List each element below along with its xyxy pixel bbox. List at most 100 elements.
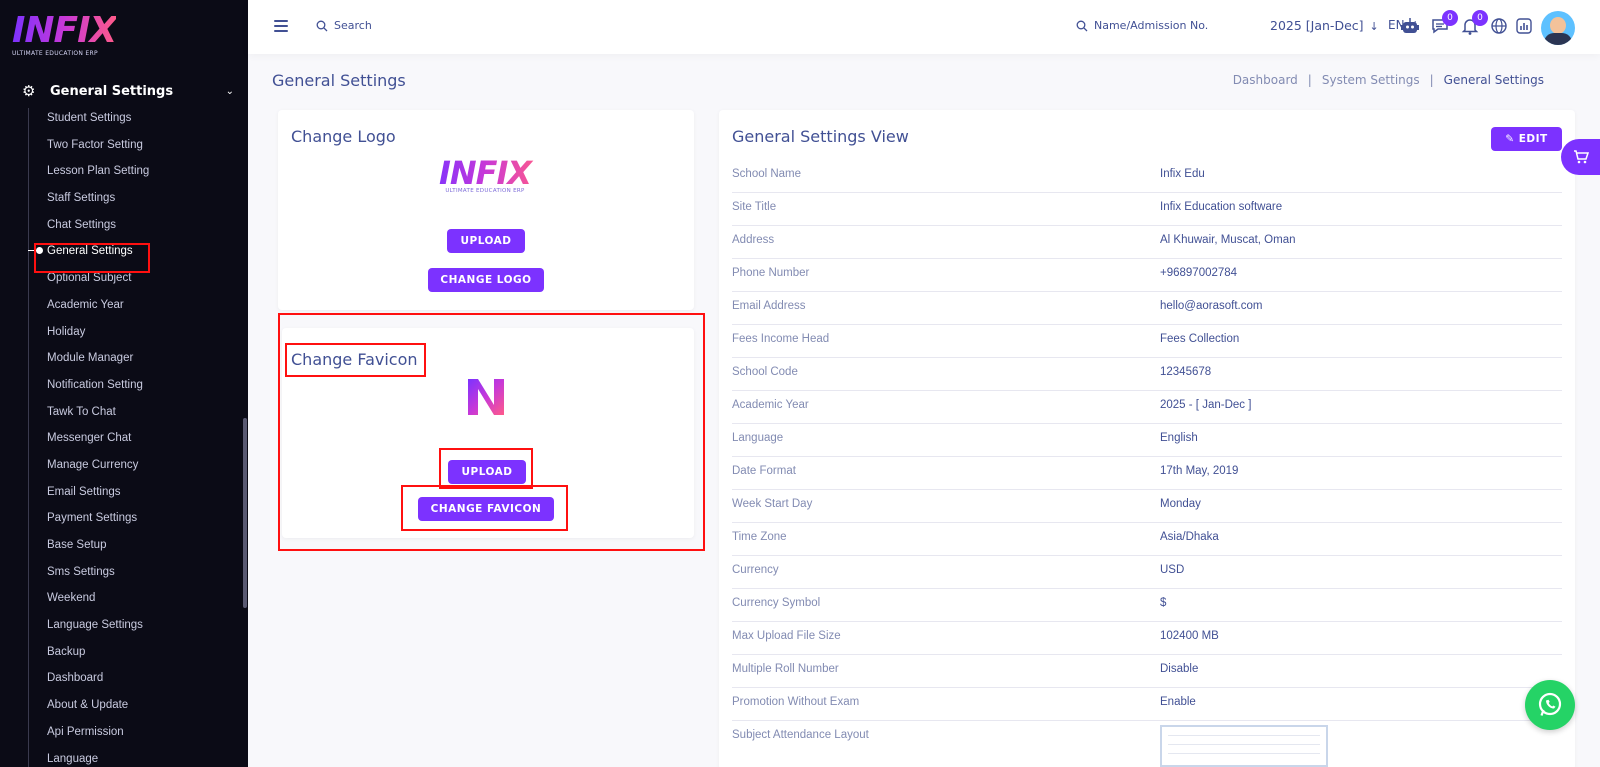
whatsapp-icon xyxy=(1538,692,1562,716)
sidebar-item-email-settings[interactable]: Email Settings xyxy=(47,483,149,510)
sidebar-item-module-manager[interactable]: Module Manager xyxy=(47,349,149,376)
table-row: Week Start Day Monday xyxy=(732,490,1562,523)
row-value: 2025 - [ Jan-Dec ] xyxy=(1160,399,1252,411)
chat-badge: 0 xyxy=(1442,10,1458,26)
highlight-box-upload xyxy=(439,448,533,489)
logo-preview-wordmark: INFIX xyxy=(430,157,540,189)
table-row: School Name Infix Edu xyxy=(732,160,1562,193)
logo-upload-button[interactable]: UPLOAD xyxy=(447,229,525,253)
edit-icon: ✎ xyxy=(1505,133,1519,145)
table-row: Promotion Without Exam Enable xyxy=(732,688,1562,721)
sidebar-item-student-settings[interactable]: Student Settings xyxy=(47,109,149,136)
report-icon[interactable] xyxy=(1514,16,1534,36)
sidebar-group-general-settings[interactable]: ⚙ General Settings ⌄ xyxy=(22,80,234,102)
academic-year-value: 2025 [Jan-Dec] xyxy=(1270,18,1364,33)
sidebar-item-two-factor-setting[interactable]: Two Factor Setting xyxy=(47,136,149,163)
sidebar-item-base-setup[interactable]: Base Setup xyxy=(47,536,149,563)
row-value: $ xyxy=(1160,597,1167,609)
sidebar-item-academic-year[interactable]: Academic Year xyxy=(47,296,149,323)
sidebar-item-payment-settings[interactable]: Payment Settings xyxy=(47,509,149,536)
sidebar-item-notification-setting[interactable]: Notification Setting xyxy=(47,376,149,403)
row-value: Enable xyxy=(1160,696,1196,708)
edit-button[interactable]: ✎ EDIT xyxy=(1491,127,1562,151)
gears-icon: ⚙ xyxy=(22,82,36,100)
sidebar-item-api-permission[interactable]: Api Permission xyxy=(47,723,149,750)
whatsapp-button[interactable] xyxy=(1525,680,1575,730)
sidebar-item-messenger-chat[interactable]: Messenger Chat xyxy=(47,429,149,456)
cart-side-button[interactable] xyxy=(1561,139,1600,175)
academic-year-select[interactable]: 2025 [Jan-Dec] ↓ xyxy=(1270,18,1379,33)
breadcrumb-current: General Settings xyxy=(1443,73,1544,87)
row-key: School Name xyxy=(732,168,802,180)
change-logo-title: Change Logo xyxy=(291,127,396,146)
row-value: 17th May, 2019 xyxy=(1160,465,1239,477)
row-key: Fees Income Head xyxy=(732,333,830,345)
attendance-layout-preview xyxy=(1160,725,1328,767)
sidebar-item-tawk-to-chat[interactable]: Tawk To Chat xyxy=(47,403,149,430)
sidebar: INFIX ULTIMATE EDUCATION ERP ⚙ General S… xyxy=(0,0,248,767)
row-key: Currency xyxy=(732,564,779,576)
chevron-down-icon: ⌄ xyxy=(225,85,234,97)
row-key: Email Address xyxy=(732,300,806,312)
sidebar-item-language[interactable]: Language xyxy=(47,750,149,767)
global-search[interactable]: Search xyxy=(316,19,372,32)
settings-view-title: General Settings View xyxy=(732,127,909,146)
row-key: Academic Year xyxy=(732,399,809,411)
row-key: Phone Number xyxy=(732,267,810,279)
breadcrumb-separator: | xyxy=(1307,73,1312,87)
row-value: Asia/Dhaka xyxy=(1160,531,1219,543)
row-key: Site Title xyxy=(732,201,777,213)
sidebar-group-title: General Settings xyxy=(50,83,174,99)
sidebar-item-sms-settings[interactable]: Sms Settings xyxy=(47,563,149,590)
table-row: Language English xyxy=(732,424,1562,457)
table-row: Address Al Khuwair, Muscat, Oman xyxy=(732,226,1562,259)
sidebar-item-dashboard[interactable]: Dashboard xyxy=(47,669,149,696)
sidebar-item-weekend[interactable]: Weekend xyxy=(47,589,149,616)
row-key: Promotion Without Exam xyxy=(732,696,860,708)
row-value: Fees Collection xyxy=(1160,333,1240,345)
sidebar-item-optional-subject[interactable]: Optional Subject xyxy=(47,269,149,296)
row-value: 12345678 xyxy=(1160,366,1212,378)
sidebar-item-about-update[interactable]: About & Update xyxy=(47,696,149,723)
sidebar-item-holiday[interactable]: Holiday xyxy=(47,323,149,350)
sidebar-scrollbar[interactable] xyxy=(243,418,247,608)
table-row: School Code 12345678 xyxy=(732,358,1562,391)
notification-button[interactable]: 0 xyxy=(1460,10,1488,36)
row-key: Language xyxy=(732,432,784,444)
user-avatar[interactable] xyxy=(1541,11,1575,45)
notification-badge: 0 xyxy=(1472,10,1488,26)
app-logo[interactable]: INFIX ULTIMATE EDUCATION ERP xyxy=(12,13,117,58)
sidebar-tree-line xyxy=(28,108,29,767)
sidebar-item-language-settings[interactable]: Language Settings xyxy=(47,616,149,643)
robot-icon[interactable] xyxy=(1400,16,1420,36)
sidebar-item-chat-settings[interactable]: Chat Settings xyxy=(47,216,149,243)
row-value: Infix Education software xyxy=(1160,201,1283,213)
breadcrumb-separator: | xyxy=(1429,73,1434,87)
student-search[interactable]: Name/Admission No. xyxy=(1076,19,1208,32)
cart-icon xyxy=(1573,150,1589,164)
sidebar-item-backup[interactable]: Backup xyxy=(47,643,149,670)
search-placeholder: Search xyxy=(334,19,372,32)
sidebar-item-staff-settings[interactable]: Staff Settings xyxy=(47,189,149,216)
page-title: General Settings xyxy=(272,71,406,90)
row-key: Week Start Day xyxy=(732,498,813,510)
breadcrumb: Dashboard | System Settings | General Se… xyxy=(1233,73,1544,87)
row-value: 102400 MB xyxy=(1160,630,1219,642)
menu-toggle-icon[interactable] xyxy=(274,20,288,32)
row-value: Monday xyxy=(1160,498,1201,510)
sidebar-item-manage-currency[interactable]: Manage Currency xyxy=(47,456,149,483)
row-value: hello@aorasoft.com xyxy=(1160,300,1263,312)
breadcrumb-dashboard[interactable]: Dashboard xyxy=(1233,73,1298,87)
name-search-placeholder: Name/Admission No. xyxy=(1094,19,1209,32)
table-row: Multiple Roll Number Disable xyxy=(732,655,1562,688)
row-key: Time Zone xyxy=(732,531,787,543)
row-key: Address xyxy=(732,234,775,246)
highlight-box-sidebar xyxy=(34,243,150,273)
globe-icon[interactable] xyxy=(1489,16,1509,36)
change-logo-button[interactable]: CHANGE LOGO xyxy=(428,268,544,292)
chat-button[interactable]: 0 xyxy=(1430,10,1458,36)
row-key: Max Upload File Size xyxy=(732,630,841,642)
breadcrumb-system-settings[interactable]: System Settings xyxy=(1322,73,1420,87)
sidebar-item-lesson-plan-setting[interactable]: Lesson Plan Setting xyxy=(47,162,149,189)
logo-tagline: ULTIMATE EDUCATION ERP xyxy=(12,50,98,57)
